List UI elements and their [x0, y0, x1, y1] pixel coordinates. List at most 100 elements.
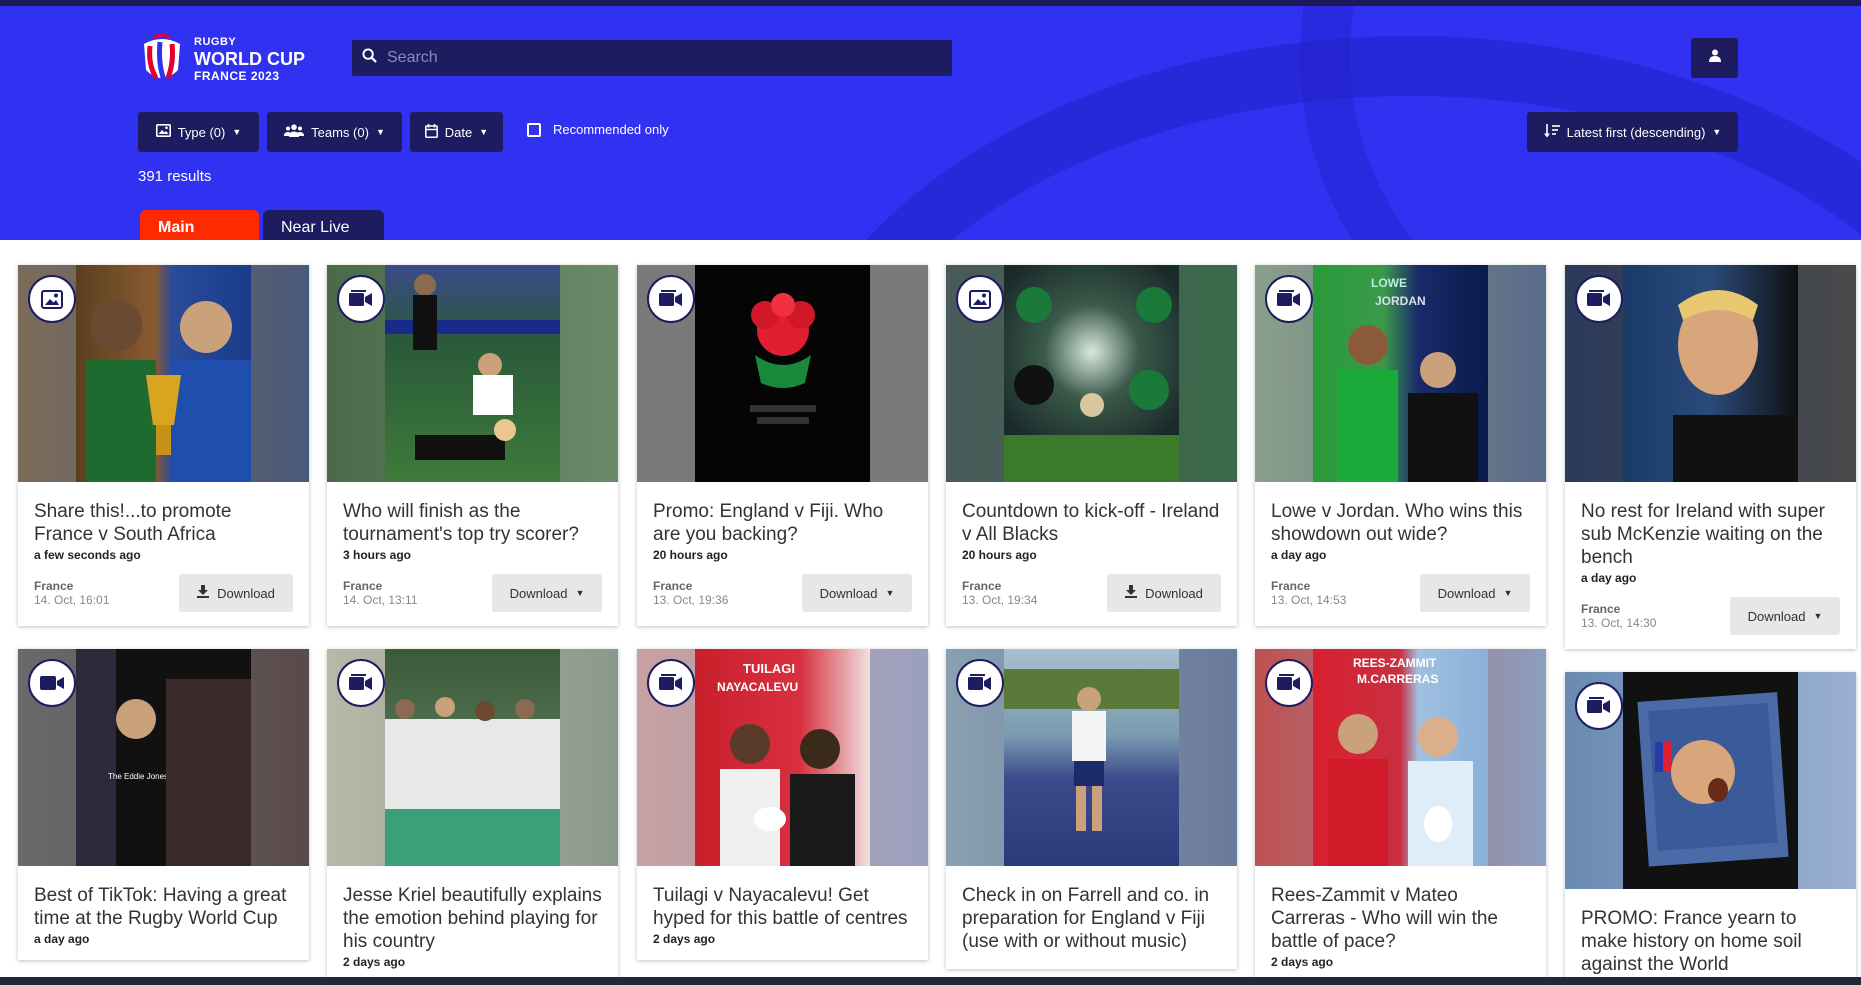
- media-grid: Share this!...to promote France v South …: [0, 241, 1861, 985]
- os-taskbar: [0, 977, 1861, 985]
- recommended-checkbox[interactable]: [527, 122, 541, 137]
- card-date: 13. Oct, 19:36: [653, 593, 729, 607]
- card-footer: France 13. Oct, 14:53 Download ▼: [1271, 574, 1530, 612]
- sort-label: Latest first (descending): [1566, 124, 1706, 140]
- media-thumbnail[interactable]: TUILAGI NAYACALEVU: [637, 649, 928, 866]
- recommended-only-toggle[interactable]: Recommended only: [527, 122, 669, 137]
- tab-main[interactable]: Main: [140, 210, 259, 240]
- search-input[interactable]: [387, 49, 927, 67]
- thumb-caption: TUILAGI: [743, 661, 795, 676]
- card-body: Share this!...to promote France v South …: [18, 482, 309, 626]
- card-title[interactable]: No rest for Ireland with super sub McKen…: [1581, 500, 1840, 569]
- card-title[interactable]: Countdown to kick-off - Ireland v All Bl…: [962, 500, 1221, 546]
- media-thumbnail[interactable]: [637, 265, 928, 482]
- download-button[interactable]: Download: [1107, 574, 1221, 612]
- card-date: 13. Oct, 14:30: [1581, 616, 1657, 630]
- date-filter-button[interactable]: Date ▼: [410, 112, 503, 152]
- media-thumbnail[interactable]: [946, 649, 1237, 866]
- download-dropdown-button[interactable]: Download ▼: [802, 574, 912, 612]
- media-thumbnail[interactable]: [18, 265, 309, 482]
- thumb-caption: NAYACALEVU: [717, 680, 798, 694]
- card-team: France: [962, 579, 1002, 593]
- card-date: 14. Oct, 13:11: [343, 593, 418, 607]
- card-title[interactable]: Check in on Farrell and co. in preparati…: [962, 884, 1221, 953]
- video-multi-icon: [1265, 275, 1313, 323]
- media-thumbnail[interactable]: REES-ZAMMIT M.CARRERAS: [1255, 649, 1546, 866]
- media-card[interactable]: Share this!...to promote France v South …: [18, 265, 309, 626]
- card-time: 20 hours ago: [962, 548, 1037, 562]
- type-filter-button[interactable]: Type (0) ▼: [138, 112, 259, 152]
- download-dropdown-button[interactable]: Download ▼: [1730, 597, 1840, 635]
- video-multi-icon: [1575, 275, 1623, 323]
- media-card[interactable]: No rest for Ireland with super sub McKen…: [1565, 265, 1856, 649]
- card-meta: France 13. Oct, 14:53: [1271, 579, 1346, 607]
- card-time: a day ago: [1271, 548, 1327, 562]
- download-icon: [197, 585, 210, 601]
- media-card[interactable]: REES-ZAMMIT M.CARRERAS Rees-Zammit v Mat…: [1255, 649, 1546, 983]
- card-body: Who will finish as the tournament's top …: [327, 482, 618, 626]
- brand-line-1: RUGBY: [194, 35, 237, 48]
- media-thumbnail[interactable]: [1565, 265, 1856, 482]
- card-meta: France 13. Oct, 19:36: [653, 579, 728, 607]
- chevron-down-icon: ▼: [232, 127, 242, 137]
- card-meta: France 13. Oct, 14:30: [1581, 602, 1656, 630]
- sort-dropdown[interactable]: Latest first (descending) ▼: [1527, 112, 1738, 152]
- media-card[interactable]: TUILAGI NAYACALEVU Tuilagi v Nayacalevu!…: [637, 649, 928, 960]
- card-time: 3 hours ago: [343, 548, 412, 562]
- brand-text: RUGBY WORLD CUP FRANCE 2023: [194, 35, 305, 83]
- thumb-caption: M.CARRERAS: [1357, 672, 1438, 686]
- media-card[interactable]: LOWE JORDAN Lowe v Jordan. Who wins this…: [1255, 265, 1546, 626]
- rwc-logo-icon: [138, 30, 186, 88]
- download-button[interactable]: Download: [179, 574, 293, 612]
- card-title[interactable]: Rees-Zammit v Mateo Carreras - Who will …: [1271, 884, 1530, 953]
- card-title[interactable]: Jesse Kriel beautifully explains the emo…: [343, 884, 602, 953]
- card-footer: France 14. Oct, 13:11 Download ▼: [343, 574, 602, 612]
- brand-logo[interactable]: RUGBY WORLD CUP FRANCE 2023: [138, 28, 313, 90]
- download-dropdown-button[interactable]: Download ▼: [1420, 574, 1530, 612]
- media-card[interactable]: PROMO: France yearn to make history on h…: [1565, 672, 1856, 985]
- card-title[interactable]: Promo: England v Fiji. Who are you backi…: [653, 500, 912, 546]
- type-filter-label: Type (0): [177, 124, 226, 140]
- card-title[interactable]: Tuilagi v Nayacalevu! Get hyped for this…: [653, 884, 912, 930]
- image-icon: [155, 124, 171, 140]
- card-title[interactable]: Who will finish as the tournament's top …: [343, 500, 602, 546]
- user-account-button[interactable]: [1691, 38, 1738, 78]
- card-title[interactable]: PROMO: France yearn to make history on h…: [1581, 907, 1840, 976]
- card-title[interactable]: Best of TikTok: Having a great time at t…: [34, 884, 293, 930]
- media-thumbnail[interactable]: LOWE JORDAN: [1255, 265, 1546, 482]
- card-body: Rees-Zammit v Mateo Carreras - Who will …: [1255, 866, 1546, 983]
- video-multi-icon: [337, 275, 385, 323]
- media-thumbnail[interactable]: [1565, 672, 1856, 889]
- card-meta: France 14. Oct, 13:11: [343, 579, 418, 607]
- media-card[interactable]: Check in on Farrell and co. in preparati…: [946, 649, 1237, 969]
- card-time: a day ago: [34, 932, 90, 946]
- teams-filter-button[interactable]: Teams (0) ▼: [267, 112, 402, 152]
- thumb-caption: REES-ZAMMIT: [1353, 656, 1437, 670]
- card-team: France: [343, 579, 383, 593]
- media-card[interactable]: Countdown to kick-off - Ireland v All Bl…: [946, 265, 1237, 626]
- tab-near-live[interactable]: Near Live: [263, 210, 384, 240]
- video-multi-icon: [647, 275, 695, 323]
- media-card[interactable]: Who will finish as the tournament's top …: [327, 265, 618, 626]
- download-dropdown-button[interactable]: Download ▼: [492, 574, 602, 612]
- card-date: 13. Oct, 14:53: [1271, 593, 1347, 607]
- search-bar[interactable]: [352, 40, 952, 76]
- image-icon: [956, 275, 1004, 323]
- media-thumbnail[interactable]: [946, 265, 1237, 482]
- media-thumbnail[interactable]: [327, 649, 618, 866]
- card-title[interactable]: Lowe v Jordan. Who wins this showdown ou…: [1271, 500, 1530, 546]
- card-time: a few seconds ago: [34, 548, 141, 562]
- card-meta: France 14. Oct, 16:01: [34, 579, 109, 607]
- media-card[interactable]: Promo: England v Fiji. Who are you backi…: [637, 265, 928, 626]
- media-card[interactable]: Jesse Kriel beautifully explains the emo…: [327, 649, 618, 983]
- card-footer: France 14. Oct, 16:01 Download: [34, 574, 293, 612]
- card-time: 2 days ago: [343, 955, 406, 969]
- media-thumbnail[interactable]: The Eddie Jones Effect: [18, 649, 309, 866]
- media-thumbnail[interactable]: [327, 265, 618, 482]
- calendar-icon: [424, 123, 438, 141]
- card-title[interactable]: Share this!...to promote France v South …: [34, 500, 293, 546]
- media-card[interactable]: The Eddie Jones Effect Best of TikTok: H…: [18, 649, 309, 960]
- card-body: Best of TikTok: Having a great time at t…: [18, 866, 309, 960]
- results-count: 391 results: [138, 168, 212, 185]
- brand-line-3: FRANCE 2023: [194, 68, 280, 83]
